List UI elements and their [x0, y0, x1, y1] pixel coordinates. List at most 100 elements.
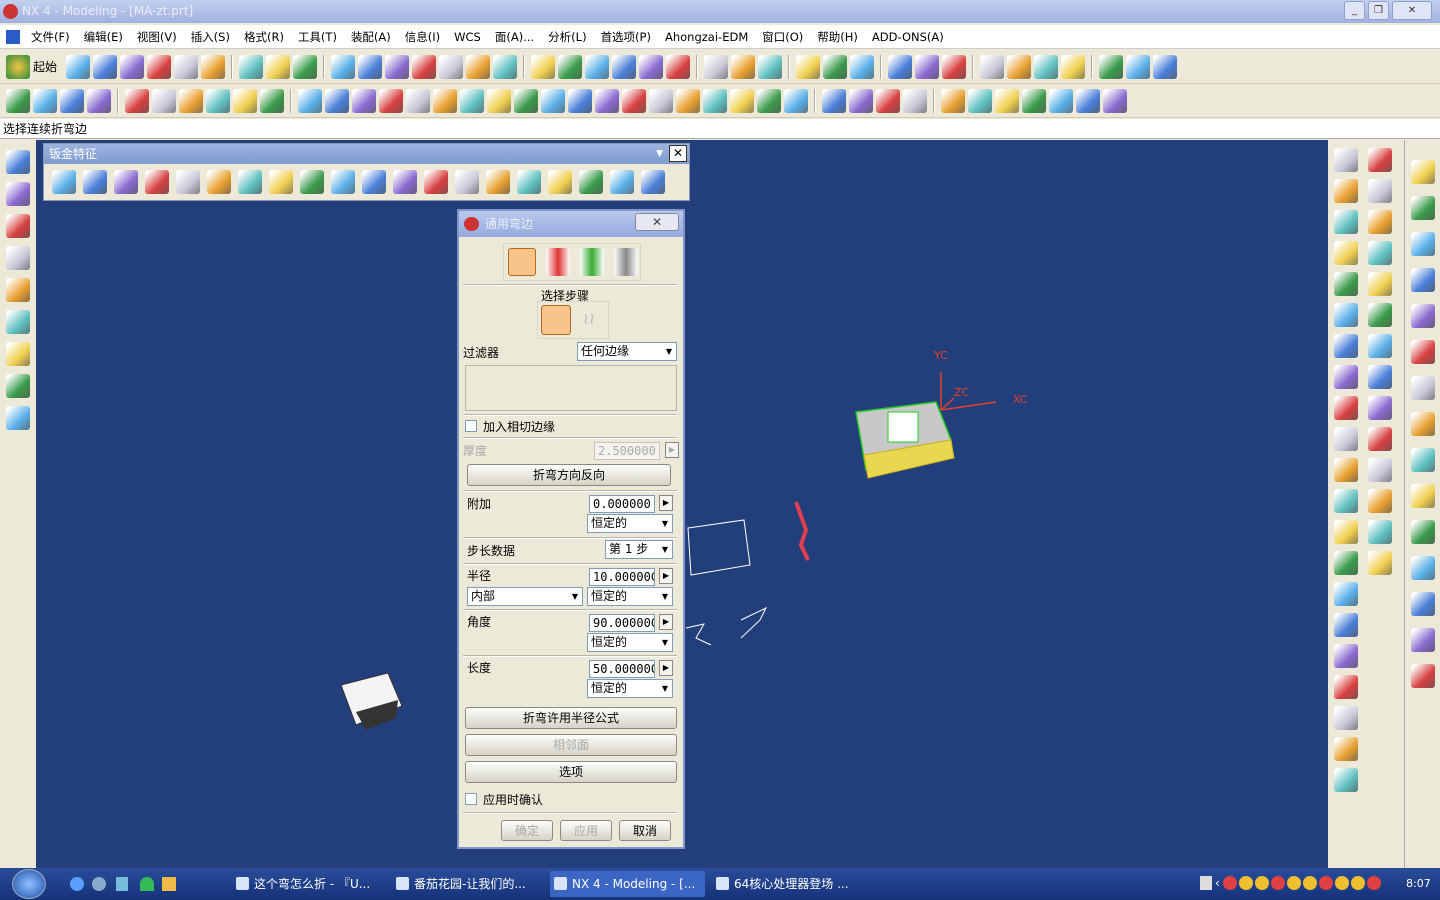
angle-field[interactable]: 90.00000C	[589, 614, 655, 632]
length-field[interactable]: 50.00000C	[589, 660, 655, 678]
taskbar-button[interactable]: NX 4 - Modeling - [...	[550, 871, 705, 897]
toolbar-tool-icon[interactable]	[83, 170, 107, 194]
toolbar-tool-icon[interactable]	[466, 54, 491, 79]
toolbar-tool-icon[interactable]	[1410, 268, 1435, 292]
add-menu-button[interactable]: ▶	[659, 495, 673, 511]
toolbar-tool-icon[interactable]	[1334, 551, 1358, 575]
toolbar-tool-icon[interactable]	[1049, 88, 1073, 113]
toolbar-tool-icon[interactable]	[1368, 520, 1392, 544]
toolbar-tool-icon[interactable]	[612, 54, 637, 79]
toolbar-tool-icon[interactable]	[1034, 54, 1059, 79]
taskbar-button[interactable]: 这个弯怎么折 - 『U...	[232, 871, 387, 897]
minimize-button[interactable]: _	[1344, 1, 1365, 20]
toolbar-tool-icon[interactable]	[514, 88, 538, 113]
menu-item[interactable]: 窗口(O)	[755, 29, 810, 45]
toolbar-tool-icon[interactable]	[120, 54, 145, 79]
keyboard-icon[interactable]	[1200, 876, 1212, 890]
toolbar-tool-icon[interactable]	[358, 54, 383, 79]
toolbar-tool-icon[interactable]	[1410, 556, 1435, 580]
toolbar-tool-icon[interactable]	[1334, 644, 1358, 668]
toolbar-tool-icon[interactable]	[610, 170, 634, 194]
toolbar-tool-icon[interactable]	[60, 88, 84, 113]
nx-menu-icon[interactable]	[6, 29, 20, 44]
toolbar-tool-icon[interactable]	[558, 54, 583, 79]
toolbar-tool-icon[interactable]	[176, 170, 200, 194]
reverse-direction-button[interactable]: 折弯方向反向	[467, 464, 671, 486]
toolbar-tool-icon[interactable]	[300, 170, 324, 194]
close-toolbar-button[interactable]: ✕	[669, 145, 687, 162]
toolbar-tool-icon[interactable]	[730, 88, 754, 113]
taskbar-button[interactable]: 番茄花园-让我们的...	[392, 871, 547, 897]
toolbar-tool-icon[interactable]	[941, 88, 965, 113]
toolbar-tool-icon[interactable]	[114, 170, 138, 194]
toolbar-tool-icon[interactable]	[1334, 334, 1358, 358]
menu-item[interactable]: ADD-ONS(A)	[865, 30, 951, 44]
tray-icon[interactable]	[1286, 876, 1301, 890]
restore-button[interactable]: ❐	[1368, 1, 1389, 20]
toolbar-tool-icon[interactable]	[1126, 54, 1151, 79]
toolbar-tool-icon[interactable]	[1334, 520, 1358, 544]
toolbar-tool-icon[interactable]	[1334, 489, 1358, 513]
toolbar-tool-icon[interactable]	[1334, 613, 1358, 637]
toolbar-tool-icon[interactable]	[455, 170, 479, 194]
flange-type-icon[interactable]	[508, 248, 536, 276]
toolbar-tool-icon[interactable]	[266, 54, 291, 79]
toolbar-tool-icon[interactable]	[412, 54, 437, 79]
toolbar-tool-icon[interactable]	[487, 88, 511, 113]
toolbar-tool-icon[interactable]	[1334, 706, 1358, 730]
toolbar-tool-icon[interactable]	[888, 54, 913, 79]
tray-icon[interactable]	[1318, 876, 1333, 890]
toolbar-tool-icon[interactable]	[145, 170, 169, 194]
toolbar-tool-icon[interactable]	[201, 54, 226, 79]
add-field[interactable]: 0.000000	[589, 495, 655, 513]
start-button[interactable]: 起始	[33, 58, 57, 75]
length-mode-dropdown[interactable]: 恒定的	[587, 679, 673, 698]
radius-side-dropdown[interactable]: 内部	[467, 587, 583, 606]
radius-field[interactable]: 10.00000C	[589, 568, 655, 586]
toolbar-tool-icon[interactable]	[968, 88, 992, 113]
toolbar-tool-icon[interactable]	[179, 88, 203, 113]
browser-icon[interactable]	[92, 877, 106, 891]
toolbar-tool-icon[interactable]	[493, 54, 518, 79]
toolbar-tool-icon[interactable]	[639, 54, 664, 79]
toolbar-tool-icon[interactable]	[822, 88, 846, 113]
toolbar-tool-icon[interactable]	[649, 88, 673, 113]
toolbar-tool-icon[interactable]	[579, 170, 603, 194]
toolbar-tool-icon[interactable]	[1410, 664, 1435, 688]
cancel-button[interactable]: 取消	[619, 820, 671, 841]
toolbar-tool-icon[interactable]	[362, 170, 386, 194]
toolbar-tool-icon[interactable]	[269, 170, 293, 194]
toolbar-tool-icon[interactable]	[393, 170, 417, 194]
toolbar-tool-icon[interactable]	[1410, 520, 1435, 544]
radius-mode-dropdown[interactable]: 恒定的	[587, 587, 673, 606]
angle-menu-button[interactable]: ▶	[659, 614, 673, 630]
toolbar-tool-icon[interactable]	[460, 88, 484, 113]
toolbar-tool-icon[interactable]	[1022, 88, 1046, 113]
menu-item[interactable]: 视图(V)	[130, 29, 184, 45]
toolbar-tool-icon[interactable]	[1334, 582, 1358, 606]
tray-icon[interactable]	[1238, 876, 1253, 890]
toolbar-tool-icon[interactable]	[595, 88, 619, 113]
toolbar-tool-icon[interactable]	[331, 54, 356, 79]
toolbar-tool-icon[interactable]	[298, 88, 322, 113]
toolbar-tool-icon[interactable]	[1368, 241, 1392, 265]
toolbar-tool-icon[interactable]	[207, 170, 231, 194]
toolbar-tool-icon[interactable]	[903, 88, 927, 113]
toolbar-tool-icon[interactable]	[1334, 675, 1358, 699]
toolbar-tool-icon[interactable]	[6, 406, 30, 430]
toolbar-tool-icon[interactable]	[703, 88, 727, 113]
toolbar-tool-icon[interactable]	[1099, 54, 1124, 79]
add-mode-dropdown[interactable]: 恒定的	[587, 514, 673, 533]
tray-icon[interactable]	[1302, 876, 1317, 890]
toolbar-tool-icon[interactable]	[1334, 272, 1358, 296]
length-menu-button[interactable]: ▶	[659, 660, 673, 676]
toolbar-tool-icon[interactable]	[33, 88, 57, 113]
toolbar-tool-icon[interactable]	[1368, 551, 1392, 575]
toolbar-tool-icon[interactable]	[147, 54, 172, 79]
toolbar-tool-icon[interactable]	[424, 170, 448, 194]
toolbar-tool-icon[interactable]	[239, 54, 264, 79]
start-orb[interactable]	[12, 869, 46, 899]
toolbar-menu-icon[interactable]: ▼	[656, 144, 663, 164]
toolbar-tool-icon[interactable]	[876, 88, 900, 113]
toolbar-tool-icon[interactable]	[757, 88, 781, 113]
